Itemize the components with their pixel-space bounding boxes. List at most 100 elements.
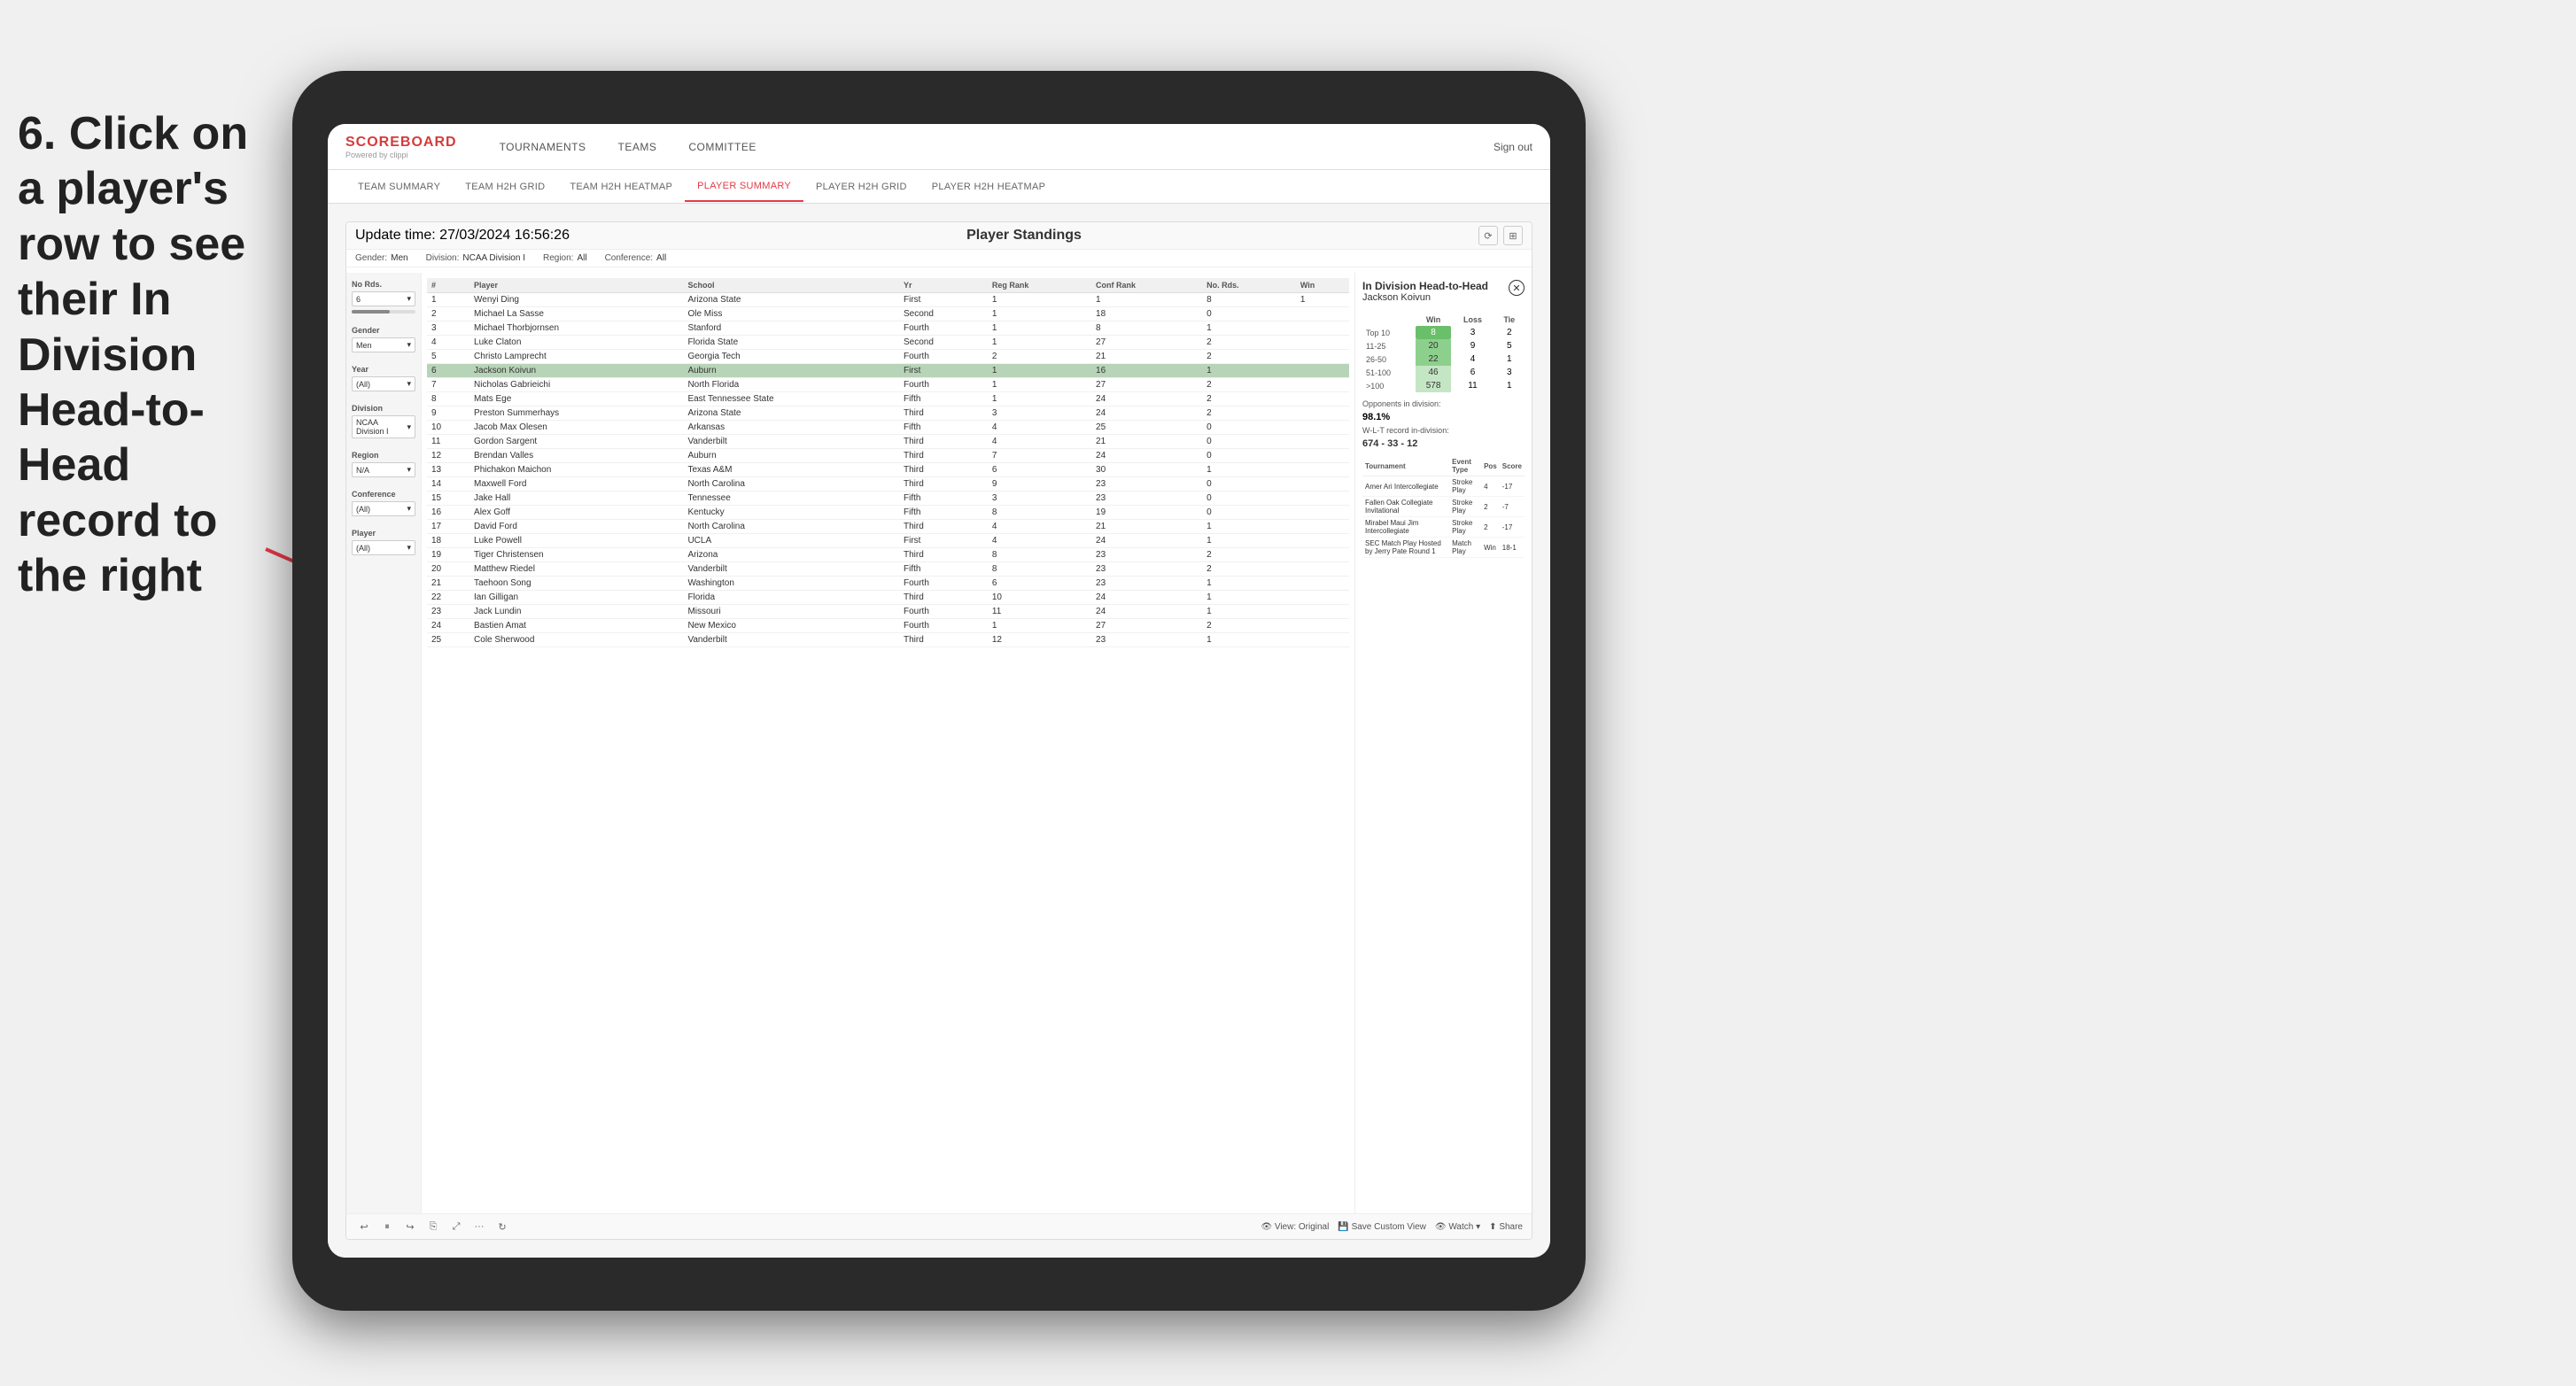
table-cell: North Carolina xyxy=(683,520,899,534)
table-row[interactable]: 14Maxwell FordNorth CarolinaThird9230 xyxy=(427,477,1349,492)
tournament-cell: Stroke Play xyxy=(1449,497,1481,517)
table-row[interactable]: 19Tiger ChristensenArizonaThird8232 xyxy=(427,548,1349,562)
sidebar-conference-control[interactable]: (All)▾ xyxy=(352,501,415,516)
table-cell: 24 xyxy=(1091,591,1202,605)
nav-committee[interactable]: COMMITTEE xyxy=(672,127,772,167)
eye-icon: 👁 xyxy=(1261,1222,1272,1232)
sidebar-player-control[interactable]: (All)▾ xyxy=(352,540,415,555)
sub-nav-team-h2h-grid[interactable]: TEAM H2H GRID xyxy=(453,173,557,201)
t-col-type: Event Type xyxy=(1449,456,1481,476)
toolbar-btn-1[interactable]: ⟳ xyxy=(1478,226,1498,245)
expand-button[interactable]: ⤢ xyxy=(447,1218,465,1235)
table-row[interactable]: 16Alex GoffKentuckyFifth8190 xyxy=(427,506,1349,520)
table-cell: Texas A&M xyxy=(683,463,899,477)
toolbar-btn-2[interactable]: ⊞ xyxy=(1503,226,1523,245)
sign-out-link[interactable]: Sign out xyxy=(1494,141,1532,153)
nav-tournaments[interactable]: TOURNAMENTS xyxy=(484,127,602,167)
sub-nav-player-h2h-heatmap[interactable]: PLAYER H2H HEATMAP xyxy=(919,173,1058,201)
sub-nav-player-h2h-grid[interactable]: PLAYER H2H GRID xyxy=(803,173,919,201)
table-cell: Vanderbilt xyxy=(683,562,899,577)
view-original-btn[interactable]: 👁 View: Original xyxy=(1261,1222,1329,1232)
more-button[interactable]: ··· xyxy=(470,1218,488,1235)
t-col-pos: Pos xyxy=(1481,456,1500,476)
sub-nav-team-h2h-heatmap[interactable]: TEAM H2H HEATMAP xyxy=(557,173,685,201)
table-cell: 8 xyxy=(988,506,1091,520)
table-row[interactable]: 3Michael ThorbjornsenStanfordFourth181 xyxy=(427,321,1349,336)
h2h-loss-cell: 4 xyxy=(1451,352,1494,366)
table-row[interactable]: 4Luke ClatonFlorida StateSecond1272 xyxy=(427,336,1349,350)
table-cell: 24 xyxy=(427,619,469,633)
main-content: Update time: 27/03/2024 16:56:26 Player … xyxy=(328,204,1550,1258)
sidebar-conference: Conference (All)▾ xyxy=(352,490,415,516)
table-cell: 8 xyxy=(988,562,1091,577)
redo-button[interactable]: ↪ xyxy=(401,1218,419,1235)
filter-gender-label: Gender: xyxy=(355,253,387,263)
nav-items: TOURNAMENTS TEAMS COMMITTEE xyxy=(484,127,1494,167)
table-row[interactable]: 1Wenyi DingArizona StateFirst1181 xyxy=(427,293,1349,307)
tournament-cell: -7 xyxy=(1500,497,1525,517)
table-cell: 23 xyxy=(1091,562,1202,577)
filter-conference-value: All xyxy=(656,253,666,263)
table-row[interactable]: 7Nicholas GabrieichiNorth FloridaFourth1… xyxy=(427,378,1349,392)
table-cell: 8 xyxy=(1091,321,1202,336)
table-cell: Florida xyxy=(683,591,899,605)
table-row[interactable]: 13Phichakon MaichonTexas A&MThird6301 xyxy=(427,463,1349,477)
table-cell: Fourth xyxy=(899,577,988,591)
table-cell: Kentucky xyxy=(683,506,899,520)
refresh-button[interactable]: ↻ xyxy=(493,1218,511,1235)
table-row[interactable]: 18Luke PowellUCLAFirst4241 xyxy=(427,534,1349,548)
share-btn[interactable]: ⬆ Share xyxy=(1489,1222,1523,1232)
table-cell: 1 xyxy=(1202,633,1296,647)
sub-nav-team-summary[interactable]: TEAM SUMMARY xyxy=(345,173,453,201)
nav-teams[interactable]: TEAMS xyxy=(602,127,673,167)
table-row[interactable]: 21Taehoon SongWashingtonFourth6231 xyxy=(427,577,1349,591)
table-row[interactable]: 23Jack LundinMissouriFourth11241 xyxy=(427,605,1349,619)
table-cell xyxy=(1296,364,1349,378)
table-cell: 13 xyxy=(427,463,469,477)
table-cell: Arizona xyxy=(683,548,899,562)
tournament-cell: 18-1 xyxy=(1500,538,1525,558)
table-row[interactable]: 24Bastien AmatNew MexicoFourth1272 xyxy=(427,619,1349,633)
watch-btn[interactable]: 👁 Watch ▾ xyxy=(1435,1222,1480,1232)
table-cell: Washington xyxy=(683,577,899,591)
table-row[interactable]: 20Matthew RiedelVanderbiltFifth8232 xyxy=(427,562,1349,577)
table-cell: Third xyxy=(899,591,988,605)
table-row[interactable]: 9Preston SummerhaysArizona StateThird324… xyxy=(427,407,1349,421)
table-row[interactable]: 5Christo LamprechtGeorgia TechFourth2212 xyxy=(427,350,1349,364)
h2h-col-tie: Tie xyxy=(1494,314,1525,326)
table-row[interactable]: 25Cole SherwoodVanderbiltThird12231 xyxy=(427,633,1349,647)
sidebar-year-control[interactable]: (All)▾ xyxy=(352,376,415,391)
table-row[interactable]: 15Jake HallTennesseeFifth3230 xyxy=(427,492,1349,506)
undo-button[interactable]: ↩ xyxy=(355,1218,373,1235)
table-cell: Auburn xyxy=(683,449,899,463)
table-row[interactable]: 17David FordNorth CarolinaThird4211 xyxy=(427,520,1349,534)
table-row[interactable]: 6Jackson KoivunAuburnFirst1161 xyxy=(427,364,1349,378)
table-row[interactable]: 10Jacob Max OlesenArkansasFifth4250 xyxy=(427,421,1349,435)
table-row[interactable]: 11Gordon SargentVanderbiltThird4210 xyxy=(427,435,1349,449)
filter-gender: Gender: Men xyxy=(355,253,408,263)
sub-nav-player-summary[interactable]: PLAYER SUMMARY xyxy=(685,172,803,202)
table-cell: UCLA xyxy=(683,534,899,548)
table-row[interactable]: 12Brendan VallesAuburnThird7240 xyxy=(427,449,1349,463)
table-row[interactable]: 22Ian GilliganFloridaThird10241 xyxy=(427,591,1349,605)
sidebar-slider[interactable] xyxy=(352,310,415,314)
close-button[interactable]: ✕ xyxy=(1509,280,1525,296)
sidebar-region-control[interactable]: N/A▾ xyxy=(352,462,415,477)
table-cell: 21 xyxy=(427,577,469,591)
table-cell xyxy=(1296,350,1349,364)
table-cell: Arizona State xyxy=(683,407,899,421)
tournament-row: SEC Match Play Hosted by Jerry Pate Roun… xyxy=(1362,538,1525,558)
copy-button[interactable]: ⎘ xyxy=(424,1218,442,1235)
col-player: Player xyxy=(469,278,683,293)
pause-button[interactable]: ⏸ xyxy=(378,1218,396,1235)
sidebar-gender-control[interactable]: Men▾ xyxy=(352,337,415,352)
sidebar-division-control[interactable]: NCAA Division I▾ xyxy=(352,415,415,438)
sidebar-no-rds-control[interactable]: 6▾ xyxy=(352,291,415,306)
table-cell: 1 xyxy=(1202,520,1296,534)
table-row[interactable]: 2Michael La SasseOle MissSecond1180 xyxy=(427,307,1349,321)
table-cell: 4 xyxy=(988,421,1091,435)
save-custom-view-btn[interactable]: 💾 Save Custom View xyxy=(1338,1222,1426,1232)
col-conf-rank: Conf Rank xyxy=(1091,278,1202,293)
table-cell: Jackson Koivun xyxy=(469,364,683,378)
table-row[interactable]: 8Mats EgeEast Tennessee StateFifth1242 xyxy=(427,392,1349,407)
